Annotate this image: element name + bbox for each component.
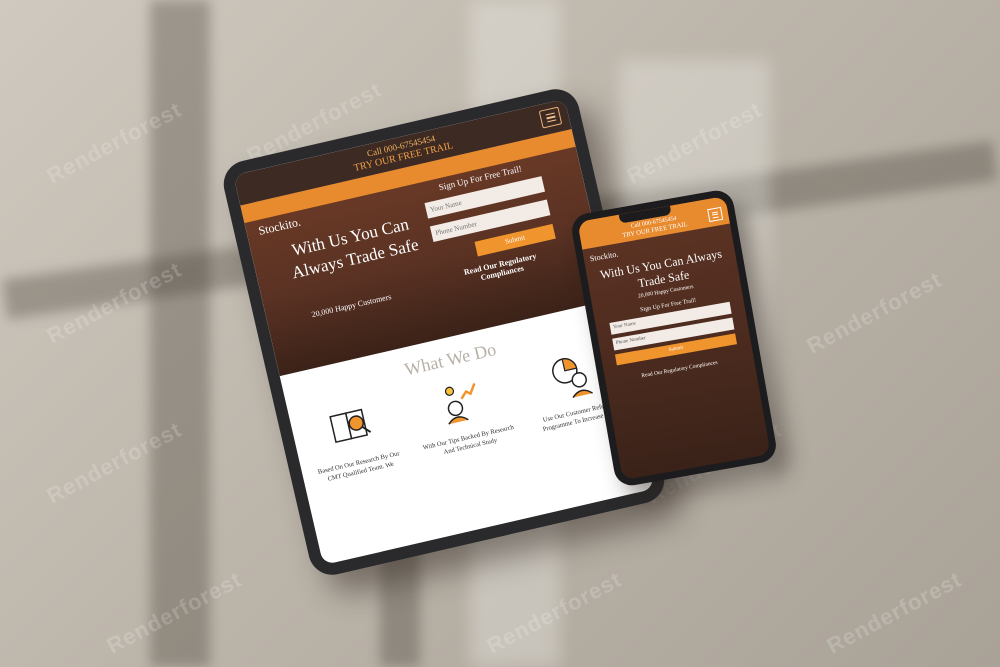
hamburger-menu-icon[interactable] [707,206,724,223]
hero-headline: With Us You Can Always Trade Safe [289,214,421,283]
feature-research: Based On Our Research By Our CMT Qualifi… [299,392,408,486]
regulatory-link[interactable]: Read Our Regulatory Compliances [441,246,562,291]
feature-text: Based On Our Research By Our CMT Qualifi… [317,450,401,483]
growth-chart-icon [444,383,476,425]
happy-customers: 20,000 Happy Customers [310,292,393,320]
window-shadow [150,0,210,667]
feature-growth: With Our Tips Backed By Research And Tec… [408,367,517,461]
support-agent-icon [551,358,593,399]
signup-form: Sign Up For Free Trail! Submit Read Our … [421,160,562,291]
feature-text: With Our Tips Backed By Research And Tec… [422,423,515,457]
research-book-icon [328,408,371,444]
